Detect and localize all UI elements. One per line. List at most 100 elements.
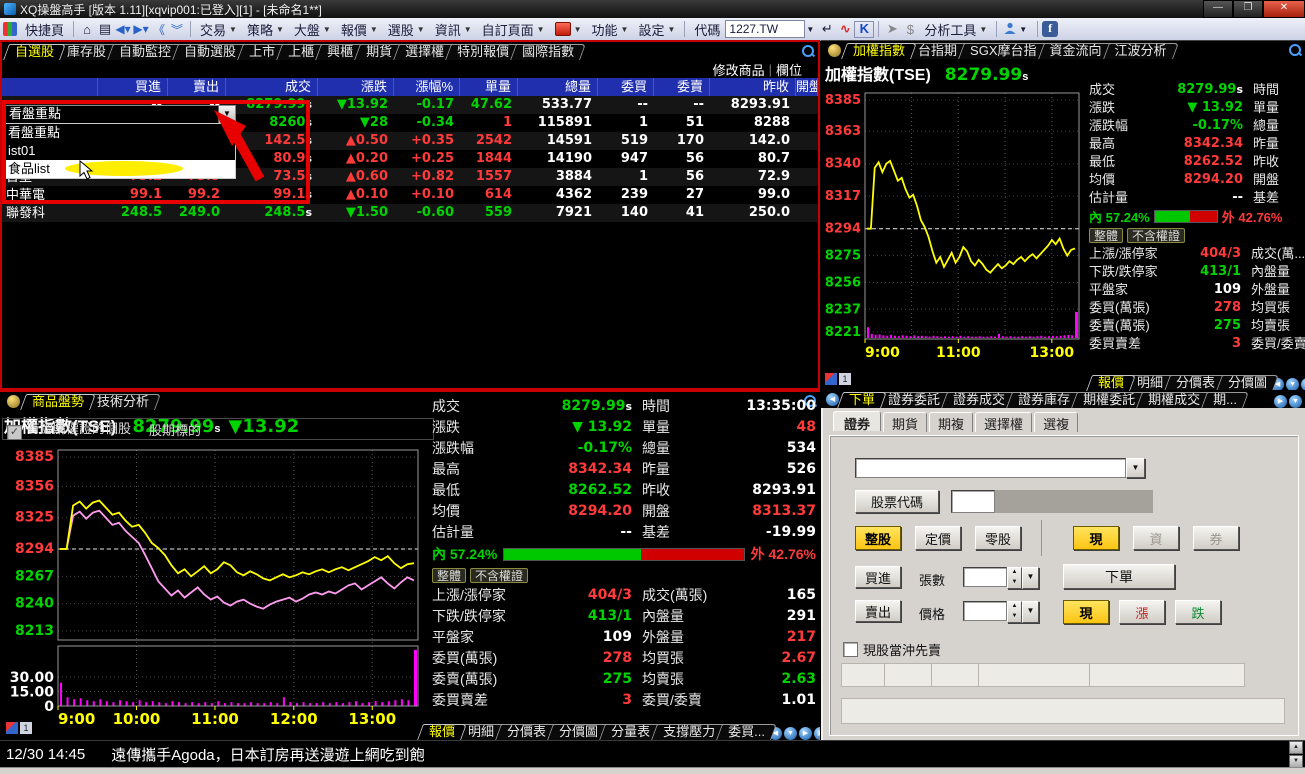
column-settings-button[interactable]: 欄位 bbox=[776, 60, 802, 79]
close-button[interactable]: ✕ bbox=[1263, 0, 1305, 18]
table-row[interactable]: 聯發科248.5249.0248.5s▼1.50-0.6055979211404… bbox=[2, 204, 818, 222]
tab-item[interactable]: 期... bbox=[1204, 392, 1246, 408]
tab-item[interactable]: 期權成交 bbox=[1139, 392, 1209, 408]
tab-item[interactable]: 加權指數 bbox=[844, 43, 914, 59]
price-dropdown-icon[interactable]: ▼ bbox=[1022, 601, 1039, 623]
lot-type-button[interactable]: 定價 bbox=[915, 526, 961, 550]
chart-page1-icon[interactable]: 1 bbox=[20, 722, 32, 734]
chart-page1-icon[interactable]: 1 bbox=[839, 373, 851, 385]
tab-item[interactable]: 自選股 bbox=[6, 44, 63, 60]
zoom-icon[interactable] bbox=[802, 45, 815, 58]
order-subtab[interactable]: 期複 bbox=[929, 412, 973, 432]
menu-item[interactable]: 報價▼ bbox=[336, 19, 383, 39]
price-stepper[interactable]: ▲▼ ▼ bbox=[963, 601, 1039, 623]
column-header[interactable]: 昨收 bbox=[710, 78, 796, 96]
view-tab-item[interactable]: 分價圖 bbox=[550, 724, 607, 740]
quantity-stepper[interactable]: ▲▼ ▼ bbox=[963, 567, 1039, 589]
exclude-warrants-button[interactable]: 不含權證 bbox=[470, 568, 528, 583]
minimize-button[interactable]: — bbox=[1203, 0, 1233, 18]
view-tab-item[interactable]: 分價圖 bbox=[1219, 375, 1276, 391]
column-header[interactable]: 賣出 bbox=[168, 78, 226, 96]
nav-pages-icon[interactable]: ▣ bbox=[814, 727, 820, 740]
menu-item[interactable]: 功能▼ bbox=[587, 19, 634, 39]
column-header[interactable]: 開盤 bbox=[796, 78, 818, 96]
view-tab-item[interactable]: 支撐壓力 bbox=[654, 724, 724, 740]
menu-custom-icon[interactable]: ▼ bbox=[550, 19, 587, 39]
facebook-icon[interactable]: f bbox=[1042, 21, 1058, 37]
code-input[interactable]: 1227.TW bbox=[725, 20, 805, 38]
menu-item[interactable]: 設定▼ bbox=[633, 19, 680, 39]
column-header[interactable]: 成交 bbox=[226, 78, 318, 96]
watchlist-group-combobox[interactable]: 看盤重點 ▼ bbox=[4, 105, 236, 124]
trade-type-button[interactable]: 券 bbox=[1193, 526, 1239, 550]
price-cond-button[interactable]: 現 bbox=[1063, 600, 1109, 624]
tab-item[interactable]: 自動選股 bbox=[175, 44, 245, 60]
order-subtab[interactable]: 證券 bbox=[833, 411, 881, 431]
chevron-down-icon[interactable]: 》 bbox=[169, 20, 186, 38]
quick-page-button[interactable]: 快捷頁 bbox=[20, 19, 69, 39]
tab-item[interactable]: 自動監控 bbox=[110, 44, 180, 60]
panel-menu-icon[interactable] bbox=[828, 44, 841, 57]
chart-style-icon[interactable] bbox=[825, 373, 837, 385]
tab-item[interactable]: 國際指數 bbox=[513, 44, 583, 60]
nav-right-icon[interactable]: ▶ bbox=[799, 727, 812, 740]
user-icon[interactable] bbox=[1001, 21, 1019, 38]
view-tab-item[interactable]: 分價表 bbox=[1167, 375, 1224, 391]
tab-item[interactable]: 資金流向 bbox=[1041, 43, 1111, 59]
tab-item[interactable]: 台指期 bbox=[909, 43, 966, 59]
list-item[interactable]: 食品list bbox=[5, 160, 235, 178]
view-tab-item[interactable]: 分量表 bbox=[602, 724, 659, 740]
table-row[interactable]: 中華電99.199.299.1s▲0.10+0.1061443622392799… bbox=[2, 186, 818, 204]
ticker-up-icon[interactable]: ▲ bbox=[1289, 741, 1303, 754]
stock-code-button[interactable]: 股票代碼 bbox=[855, 490, 939, 513]
zoom-icon[interactable] bbox=[1289, 44, 1302, 57]
stock-futures-label[interactable]: 股期標的 bbox=[149, 420, 201, 439]
tab-scroll-left-icon[interactable]: ◀ bbox=[826, 393, 839, 406]
trend-chart-icon[interactable]: ∿ bbox=[836, 21, 854, 37]
tab-item[interactable]: 技術分析 bbox=[88, 394, 158, 410]
forward-icon[interactable]: ▶▾ bbox=[132, 22, 150, 36]
view-tab-item[interactable]: 報價 bbox=[1089, 375, 1133, 391]
total-button[interactable]: 整體 bbox=[1089, 228, 1123, 243]
column-header[interactable]: 漲跌 bbox=[318, 78, 394, 96]
dollar-tool-icon[interactable]: $ bbox=[901, 22, 919, 37]
trade-type-button[interactable]: 現 bbox=[1073, 526, 1119, 550]
daytrade-checkbox[interactable] bbox=[843, 642, 858, 657]
tab-item[interactable]: 證券成交 bbox=[944, 392, 1014, 408]
price-cond-button[interactable]: 跌 bbox=[1175, 600, 1221, 624]
view-tab-item[interactable]: 報價 bbox=[420, 724, 464, 740]
lot-type-button[interactable]: 整股 bbox=[855, 526, 901, 550]
list-item[interactable]: 看盤重點 bbox=[5, 124, 235, 142]
tab-item[interactable]: 江波分析 bbox=[1106, 43, 1176, 59]
tab-item[interactable]: 庫存股 bbox=[58, 44, 115, 60]
chart-style-icon[interactable] bbox=[6, 722, 18, 734]
tab-item[interactable]: 證券委託 bbox=[879, 392, 949, 408]
home-icon[interactable]: ⌂ bbox=[78, 22, 96, 37]
enter-icon[interactable]: ↵ bbox=[818, 21, 836, 37]
lot-type-button[interactable]: 零股 bbox=[975, 526, 1021, 550]
column-header[interactable]: 單量 bbox=[460, 78, 518, 96]
list-item[interactable]: ist01 bbox=[5, 142, 235, 160]
menu-item[interactable]: 資訊▼ bbox=[430, 19, 477, 39]
price-cond-button[interactable]: 漲 bbox=[1119, 600, 1165, 624]
column-header[interactable]: 買進 bbox=[98, 78, 168, 96]
document-icon[interactable]: ▤ bbox=[96, 21, 114, 37]
tab-item[interactable]: 期權委託 bbox=[1074, 392, 1144, 408]
combo-dropdown-arrow-icon[interactable]: ▼ bbox=[218, 106, 235, 123]
symbol-combobox[interactable]: ▼ bbox=[855, 458, 1145, 478]
modify-symbol-button[interactable]: 修改商品 bbox=[713, 60, 765, 79]
tab-item[interactable]: 證券庫存 bbox=[1009, 392, 1079, 408]
back-icon[interactable]: ◀▾ bbox=[114, 22, 132, 36]
tab-item[interactable]: 特別報價 bbox=[448, 44, 518, 60]
menu-item[interactable]: 自訂頁面▼ bbox=[477, 19, 550, 39]
exclude-warrants-button[interactable]: 不含權證 bbox=[1127, 228, 1185, 243]
panel-menu-icon[interactable] bbox=[7, 395, 20, 408]
chevron-up-icon[interactable]: 《 bbox=[150, 21, 168, 38]
quantity-dropdown-icon[interactable]: ▼ bbox=[1022, 567, 1039, 589]
sell-button[interactable]: 賣出 bbox=[855, 600, 901, 622]
stock-code-input[interactable] bbox=[951, 490, 995, 513]
kline-icon[interactable]: K bbox=[854, 21, 874, 38]
tab-item[interactable]: 商品盤勢 bbox=[23, 394, 93, 410]
layout-grid-icon[interactable] bbox=[3, 22, 17, 36]
menu-item[interactable]: 策略▼ bbox=[242, 19, 289, 39]
